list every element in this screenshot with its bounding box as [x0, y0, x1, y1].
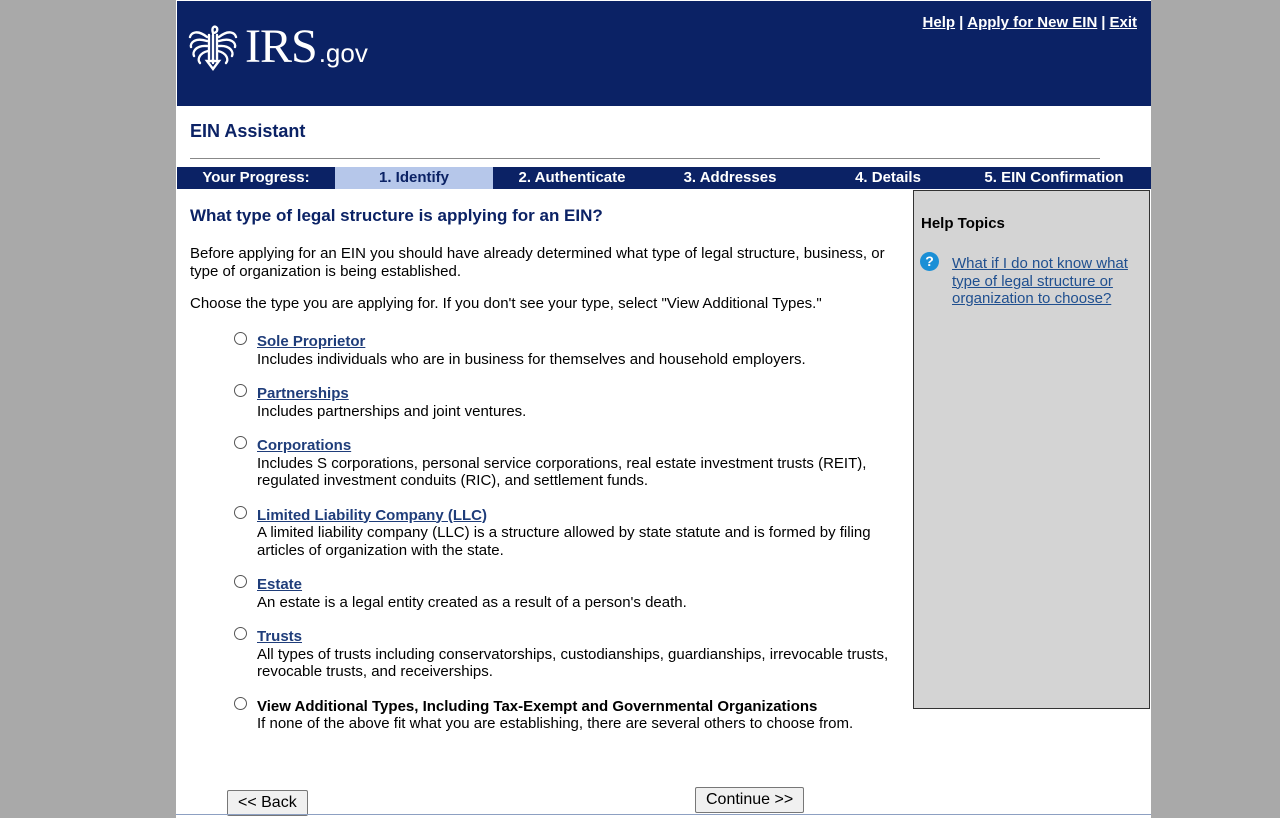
option-sole-proprietor: Sole Proprietor Includes individuals who…	[190, 332, 912, 368]
radio-trusts[interactable]	[234, 627, 247, 640]
step-ein-confirmation: 5. EIN Confirmation	[984, 169, 1124, 186]
option-description: Includes individuals who are in business…	[257, 350, 806, 368]
step-details: 4. Details	[855, 169, 921, 186]
option-description: An estate is a legal entity created as a…	[257, 593, 687, 611]
logo-text-gov: .gov	[318, 38, 368, 68]
option-description: Includes S corporations, personal servic…	[257, 454, 867, 490]
irs-logo[interactable]: IRS .gov	[187, 19, 368, 74]
option-llc: Limited Liability Company (LLC) A limite…	[190, 505, 912, 560]
title-divider	[190, 158, 1100, 159]
radio-corporations[interactable]	[234, 436, 247, 449]
option-description: A limited liability company (LLC) is a s…	[257, 524, 871, 559]
option-description: Includes partnerships and joint ventures…	[257, 402, 527, 420]
radio-llc[interactable]	[234, 505, 247, 519]
intro-text: Before applying for an EIN you should ha…	[190, 245, 885, 280]
radio-estate[interactable]	[234, 575, 247, 588]
bottom-divider	[176, 814, 1151, 815]
page: IRS .gov Help | Apply for New EIN | Exit EIN…	[176, 0, 1151, 818]
option-description: All types of trusts including conservato…	[257, 645, 889, 681]
app-title: EIN Assistant	[190, 121, 306, 141]
llc-link[interactable]: Limited Liability Company (LLC)	[257, 507, 487, 524]
page-question: What type of legal structure is applying…	[190, 206, 603, 225]
apply-new-ein-link[interactable]: Apply for New EIN	[967, 14, 1097, 31]
help-panel: Help Topics ? What if I do not know what…	[913, 190, 1150, 709]
radio-partnerships[interactable]	[234, 384, 247, 397]
main-content: What type of legal structure is applying…	[190, 206, 912, 750]
site-header: IRS .gov Help | Apply for New EIN | Exit	[177, 1, 1151, 106]
radio-sole-proprietor[interactable]	[234, 332, 247, 345]
eagle-icon	[188, 24, 238, 71]
partnerships-link[interactable]: Partnerships	[257, 385, 349, 402]
instruction-text: Choose the type you are applying for. If…	[190, 295, 822, 312]
help-topic-link[interactable]: What if I do not know what type of legal…	[952, 255, 1142, 308]
exit-link[interactable]: Exit	[1109, 14, 1137, 31]
question-icon: ?	[920, 252, 939, 271]
option-additional-types: View Additional Types, Including Tax-Exe…	[190, 696, 912, 733]
help-link[interactable]: Help	[923, 14, 956, 31]
progress-bar: Your Progress: 1. Identify 2. Authentica…	[177, 167, 1151, 189]
trusts-link[interactable]: Trusts	[257, 628, 302, 645]
step-addresses: 3. Addresses	[683, 169, 777, 186]
continue-button[interactable]: Continue >>	[695, 787, 805, 813]
logo-text-irs: IRS	[245, 19, 318, 73]
estate-link[interactable]: Estate	[257, 576, 302, 593]
option-corporations: Corporations Includes S corporations, pe…	[190, 436, 912, 490]
option-estate: Estate An estate is a legal entity creat…	[190, 575, 912, 611]
option-description: If none of the above fit what you are es…	[257, 715, 854, 732]
radio-additional-types[interactable]	[234, 696, 247, 710]
back-button[interactable]: << Back	[227, 790, 308, 816]
top-links: Help | Apply for New EIN | Exit	[922, 14, 1137, 31]
sole-proprietor-link[interactable]: Sole Proprietor	[257, 333, 365, 350]
step-identify: 1. Identify	[335, 167, 493, 189]
structure-options: Sole Proprietor Includes individuals who…	[190, 332, 912, 733]
progress-label: Your Progress:	[202, 169, 310, 186]
corporations-link[interactable]: Corporations	[257, 437, 351, 454]
option-partnerships: Partnerships Includes partnerships and j…	[190, 384, 912, 420]
additional-types-label: View Additional Types, Including Tax-Exe…	[257, 697, 818, 715]
help-topics-title: Help Topics	[921, 215, 1005, 232]
step-authenticate: 2. Authenticate	[518, 169, 626, 186]
option-trusts: Trusts All types of trusts including con…	[190, 627, 912, 681]
